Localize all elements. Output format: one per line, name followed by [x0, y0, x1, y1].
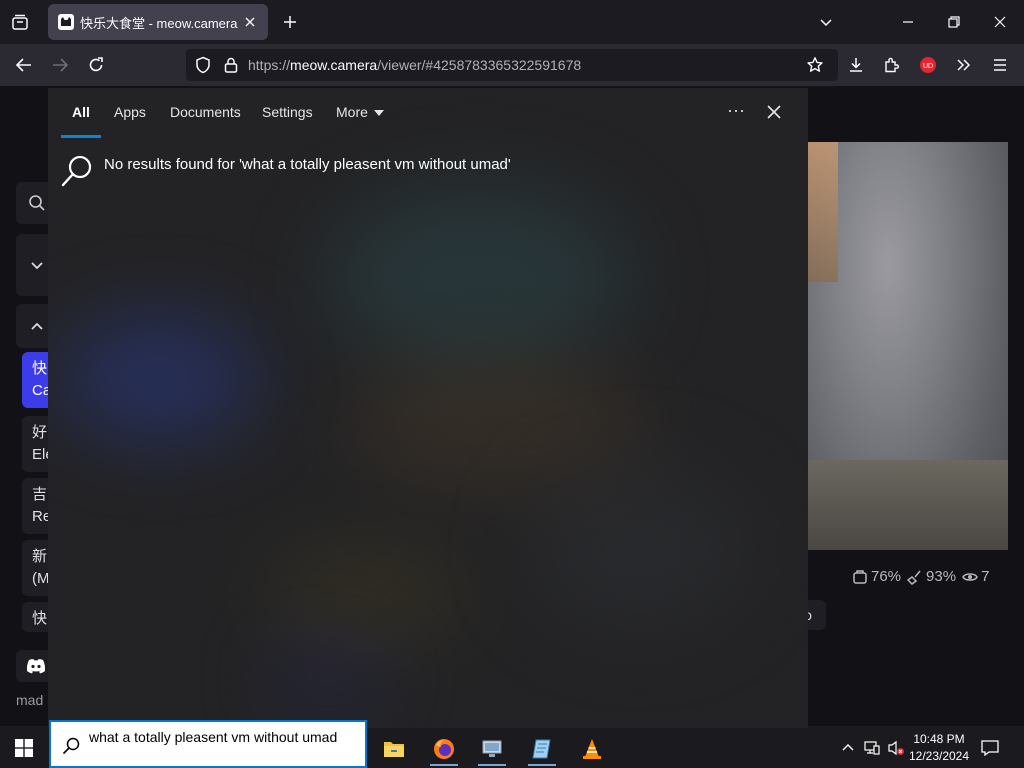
taskbar-search-input[interactable]: what a totally pleasent vm without umad — [89, 727, 359, 747]
close-icon[interactable] — [764, 102, 784, 122]
camera-stats: 76% 93% 7 — [852, 568, 989, 585]
menu-icon[interactable] — [986, 51, 1014, 79]
search-scope-tabs: All Apps Documents Settings More ··· — [48, 88, 808, 140]
close-tab-icon[interactable] — [242, 14, 258, 30]
broom-icon — [907, 570, 921, 585]
viewers-stat: 7 — [962, 568, 989, 585]
no-results-message: No results found for 'what a totally ple… — [104, 156, 511, 173]
backdrop-blur — [528, 468, 748, 628]
search-icon — [29, 195, 45, 211]
viewers-value: 7 — [981, 568, 990, 585]
running-indicator — [528, 764, 556, 766]
cat-favicon-icon — [58, 14, 74, 30]
backdrop-blur — [58, 318, 258, 438]
tab-settings[interactable]: Settings — [262, 104, 313, 120]
chevron-up-icon — [31, 322, 43, 330]
taskbar-app-notebook[interactable] — [522, 732, 562, 766]
chevron-down-icon[interactable] — [814, 10, 838, 34]
taskbar: what a totally pleasent vm without umad … — [0, 720, 1024, 768]
chevron-up-icon[interactable] — [838, 738, 858, 758]
url-host: meow.camera — [290, 57, 378, 73]
active-tab-indicator — [61, 135, 101, 138]
cleanliness-value: 93% — [926, 568, 957, 585]
bookmark-star-icon[interactable] — [806, 56, 824, 74]
search-icon — [61, 736, 81, 756]
tab-more-label: More — [336, 104, 368, 120]
clock-time: 10:48 PM — [913, 732, 965, 746]
taskbar-search-box[interactable]: what a totally pleasent vm without umad — [49, 720, 367, 768]
url-text[interactable]: https://meow.camera/viewer/#425878336532… — [248, 57, 581, 73]
ublock-origin-icon[interactable]: UD — [914, 51, 942, 79]
list-all-tabs-icon[interactable] — [6, 8, 34, 36]
shield-icon[interactable] — [194, 56, 212, 74]
taskbar-app-file-explorer[interactable] — [374, 732, 414, 766]
firefox-icon — [434, 739, 454, 759]
reload-icon[interactable] — [82, 51, 110, 79]
new-tab-icon[interactable] — [278, 8, 302, 36]
network-icon[interactable] — [862, 738, 882, 758]
extensions-icon[interactable] — [878, 51, 906, 79]
minimize-icon[interactable] — [894, 8, 922, 36]
food-stat: 76% — [852, 568, 901, 585]
forward-icon[interactable] — [46, 51, 74, 79]
backdrop-blur — [348, 358, 648, 488]
clock-date: 12/23/2024 — [908, 749, 970, 763]
tab-documents[interactable]: Documents — [170, 104, 241, 120]
running-indicator — [478, 764, 506, 766]
start-button[interactable] — [0, 728, 48, 768]
caret-down-icon — [373, 110, 384, 117]
taskbar-app-firefox[interactable] — [424, 732, 464, 766]
svg-text:UD: UD — [923, 63, 933, 70]
downloads-icon[interactable] — [842, 51, 870, 79]
taskbar-app-remote[interactable] — [472, 732, 512, 766]
browser-tab[interactable]: 快乐大食堂 - meow.camera — [48, 4, 268, 40]
close-window-icon[interactable] — [986, 8, 1014, 36]
food-value: 76% — [871, 568, 902, 585]
cleanliness-stat: 93% — [907, 568, 956, 585]
notification-center-icon[interactable] — [980, 738, 1002, 758]
url-path: /viewer/#4258783365322591678 — [377, 57, 582, 73]
tab-all[interactable]: All — [72, 104, 90, 120]
eye-icon — [962, 572, 978, 581]
more-options-icon[interactable]: ··· — [724, 100, 748, 124]
system-clock[interactable]: 10:48 PM 12/23/2024 — [900, 731, 978, 765]
food-bowl-icon — [853, 569, 867, 584]
backdrop-blur — [328, 188, 628, 368]
footer-text: mad — [16, 692, 44, 708]
windows-search-panel: All Apps Documents Settings More ··· No … — [48, 88, 808, 728]
navigation-bar: https://meow.camera/viewer/#425878336532… — [0, 44, 1024, 86]
back-icon[interactable] — [10, 51, 38, 79]
tab-title: 快乐大食堂 - meow.camera — [80, 15, 238, 31]
folder-icon — [384, 742, 404, 757]
chevron-down-icon — [31, 262, 43, 270]
camera-feed[interactable] — [808, 142, 1008, 550]
overflow-chevrons-icon[interactable] — [950, 51, 978, 79]
windows-logo-icon — [15, 739, 33, 757]
search-magnifier-icon — [60, 154, 94, 188]
browser-tab-bar: 快乐大食堂 - meow.camera — [0, 0, 1024, 44]
taskbar-app-vlc[interactable] — [572, 732, 612, 766]
running-indicator — [430, 764, 458, 766]
tab-apps[interactable]: Apps — [114, 104, 146, 120]
restore-icon[interactable] — [940, 8, 968, 36]
tab-more[interactable]: More — [336, 104, 384, 120]
remote-desktop-icon — [482, 740, 502, 757]
backdrop-blur — [268, 548, 468, 638]
url-bar[interactable]: https://meow.camera/viewer/#425878336532… — [186, 49, 838, 81]
notebook-icon — [532, 739, 551, 759]
backdrop-blur — [268, 648, 388, 708]
lock-icon[interactable] — [222, 56, 240, 74]
discord-icon — [26, 659, 46, 674]
vlc-cone-icon — [583, 739, 601, 759]
url-prefix: https:// — [248, 57, 291, 73]
